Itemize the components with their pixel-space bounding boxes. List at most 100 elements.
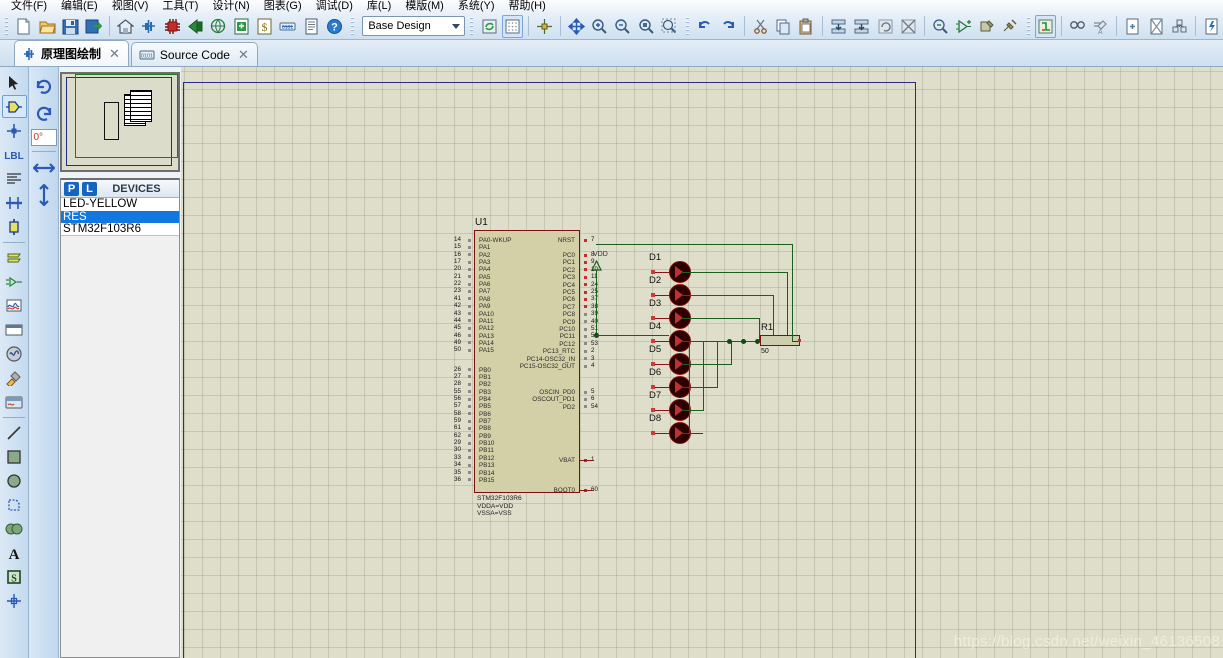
menu-graph[interactable]: 图表(G) bbox=[257, 0, 309, 13]
make-device-icon[interactable] bbox=[953, 15, 974, 38]
mcu-pin-terminal-left bbox=[468, 275, 471, 278]
schematic-canvas[interactable]: U1 STM32F103R6VDDA=VDDVSSA=VSS PA0-WKUP1… bbox=[181, 67, 1223, 658]
open-folder-icon[interactable] bbox=[37, 15, 58, 38]
menu-edit[interactable]: 编辑(E) bbox=[54, 0, 105, 13]
menu-view[interactable]: 视图(V) bbox=[105, 0, 156, 13]
mirror-vertical-icon[interactable] bbox=[31, 182, 57, 207]
toolbar-grip-2[interactable] bbox=[349, 15, 355, 37]
schematic-capture-icon[interactable] bbox=[138, 15, 159, 38]
menu-tools[interactable]: 工具(T) bbox=[155, 0, 205, 13]
block-delete-icon[interactable] bbox=[898, 15, 919, 38]
text-tool-icon[interactable]: A bbox=[2, 541, 27, 564]
line-tool-icon[interactable] bbox=[2, 421, 27, 444]
voltage-probe-icon[interactable] bbox=[2, 366, 27, 389]
block-copy-icon[interactable] bbox=[828, 15, 849, 38]
toolbar-grip-5[interactable] bbox=[1025, 15, 1031, 37]
pcb-layout-icon[interactable] bbox=[161, 15, 182, 38]
wire-label-icon[interactable]: LBL bbox=[2, 143, 27, 166]
graph-mode-icon[interactable] bbox=[2, 294, 27, 317]
redo-icon[interactable] bbox=[718, 15, 739, 38]
mcu-pin-label-right: PC0 bbox=[563, 252, 575, 259]
packaging-tool-icon[interactable] bbox=[976, 15, 997, 38]
new-sheet-icon[interactable] bbox=[1122, 15, 1143, 38]
paste-icon[interactable] bbox=[796, 15, 817, 38]
marker-tool-icon[interactable] bbox=[2, 589, 27, 612]
zoom-select-icon[interactable] bbox=[659, 15, 680, 38]
devices-list[interactable]: LED-YELLOWRESSTM32F103R6 bbox=[61, 198, 179, 236]
symbol-tool-icon[interactable]: S bbox=[2, 565, 27, 588]
toolbar-grip-4[interactable] bbox=[684, 15, 690, 37]
terminals-mode-icon[interactable] bbox=[2, 246, 27, 269]
zoom-in-icon[interactable] bbox=[589, 15, 610, 38]
search-tag-icon[interactable] bbox=[1067, 15, 1088, 38]
generator-mode-icon[interactable] bbox=[2, 342, 27, 365]
tape-recorder-icon[interactable] bbox=[2, 318, 27, 341]
menu-debug[interactable]: 调试(D) bbox=[309, 0, 360, 13]
design-explorer-icon[interactable] bbox=[208, 15, 229, 38]
block-rotate-icon[interactable] bbox=[874, 15, 895, 38]
design-selector-combo[interactable]: Base Design bbox=[362, 16, 465, 36]
design-overview-panel[interactable] bbox=[60, 72, 180, 172]
pan-icon[interactable] bbox=[566, 15, 587, 38]
library-manager-button[interactable]: L bbox=[82, 182, 97, 196]
menu-help[interactable]: 帮助(H) bbox=[502, 0, 553, 13]
menu-design[interactable]: 设计(N) bbox=[205, 0, 256, 13]
refresh-icon[interactable] bbox=[479, 15, 500, 38]
menu-template[interactable]: 模版(M) bbox=[398, 0, 451, 13]
pick-devices-button[interactable]: P bbox=[64, 182, 79, 196]
menu-file[interactable]: 文件(F) bbox=[4, 0, 54, 13]
zoom-out-icon[interactable] bbox=[612, 15, 633, 38]
electrical-rules-icon[interactable]: 0101 bbox=[277, 15, 298, 38]
copy-icon[interactable] bbox=[773, 15, 794, 38]
device-list-item[interactable]: STM32F103R6 bbox=[61, 223, 179, 236]
toolbar-grip-3[interactable] bbox=[468, 15, 474, 37]
goto-sheet-icon[interactable] bbox=[1169, 15, 1190, 38]
toolbar-grip[interactable] bbox=[3, 15, 9, 37]
block-move-icon[interactable] bbox=[851, 15, 872, 38]
pick-device-icon[interactable] bbox=[930, 15, 951, 38]
grid-toggle-icon[interactable] bbox=[502, 15, 523, 38]
new-file-icon[interactable] bbox=[13, 15, 34, 38]
undo-icon[interactable] bbox=[694, 15, 715, 38]
device-pin-icon[interactable] bbox=[2, 270, 27, 293]
menu-library[interactable]: 库(L) bbox=[360, 0, 398, 13]
origin-icon[interactable] bbox=[534, 15, 555, 38]
bill-of-materials-icon[interactable] bbox=[231, 15, 252, 38]
tab-source-code[interactable]: 0101Source Code✕ bbox=[131, 42, 258, 66]
import-export-icon[interactable] bbox=[83, 15, 104, 38]
junction-dot-icon[interactable] bbox=[2, 119, 27, 142]
subcircuit-icon[interactable] bbox=[2, 215, 27, 238]
arc-tool-icon[interactable] bbox=[2, 493, 27, 516]
wire-autorouter-icon[interactable] bbox=[1035, 15, 1056, 38]
mirror-horizontal-icon[interactable] bbox=[31, 155, 57, 180]
zoom-area-icon[interactable] bbox=[636, 15, 657, 38]
text-script-icon[interactable] bbox=[2, 167, 27, 190]
home-icon[interactable] bbox=[115, 15, 136, 38]
selection-mode-icon[interactable] bbox=[2, 71, 27, 94]
device-list-item[interactable]: RES bbox=[61, 211, 179, 224]
rotate-clockwise-icon[interactable] bbox=[31, 73, 57, 98]
design-notes-icon[interactable] bbox=[1201, 15, 1222, 38]
rotation-angle-input[interactable]: 0° bbox=[31, 129, 57, 146]
virtual-instrument-icon[interactable] bbox=[2, 390, 27, 413]
rotate-counterclockwise-icon[interactable] bbox=[31, 100, 57, 125]
help-icon[interactable]: ? bbox=[324, 15, 345, 38]
decompose-icon[interactable] bbox=[999, 15, 1020, 38]
tab-schematic[interactable]: 原理图绘制✕ bbox=[14, 40, 129, 66]
property-assign-icon[interactable]: A bbox=[1090, 15, 1111, 38]
tab-close-icon[interactable]: ✕ bbox=[109, 46, 120, 62]
box-tool-icon[interactable] bbox=[2, 445, 27, 468]
bus-mode-icon[interactable] bbox=[2, 191, 27, 214]
3d-view-icon[interactable] bbox=[185, 15, 206, 38]
circle-tool-icon[interactable] bbox=[2, 469, 27, 492]
bill-cost-icon[interactable]: $ bbox=[254, 15, 275, 38]
cut-icon[interactable] bbox=[750, 15, 771, 38]
tab-close-icon[interactable]: ✕ bbox=[238, 47, 249, 63]
menu-system[interactable]: 系统(Y) bbox=[451, 0, 502, 13]
save-icon[interactable] bbox=[60, 15, 81, 38]
path-tool-icon[interactable] bbox=[2, 517, 27, 540]
remove-sheet-icon[interactable] bbox=[1145, 15, 1166, 38]
component-mode-icon[interactable] bbox=[2, 95, 27, 118]
netlist-report-icon[interactable] bbox=[301, 15, 322, 38]
device-list-item[interactable]: LED-YELLOW bbox=[61, 198, 179, 211]
